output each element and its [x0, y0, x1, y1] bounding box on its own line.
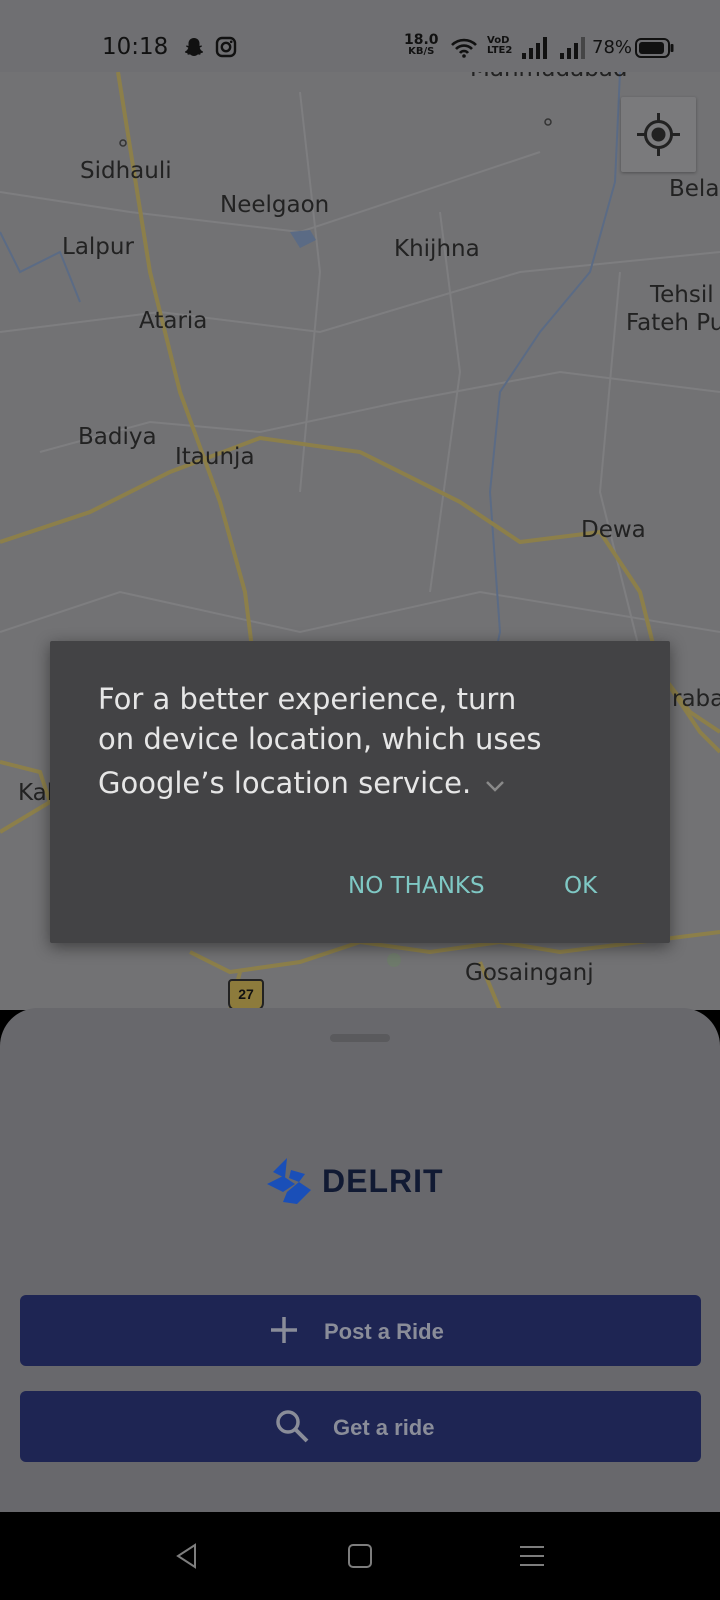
battery-percent: 78%	[592, 37, 633, 58]
no-thanks-button[interactable]: NO THANKS	[348, 873, 485, 899]
snapchat-icon	[183, 36, 205, 63]
dialog-message-line: Google’s location service.	[98, 766, 472, 800]
search-icon	[276, 1410, 309, 1443]
get-a-ride-label: Get a ride	[333, 1415, 435, 1440]
map-place-label: Badiya	[78, 424, 157, 450]
my-location-button[interactable]	[621, 97, 696, 172]
map-place-label: Gosainganj	[465, 960, 594, 986]
status-bar: 10:18 18.0 KB/S VoD LTE2 78%	[0, 0, 720, 72]
signal-icon-2	[559, 37, 587, 64]
map-place-label: Mahmudabad	[470, 72, 628, 82]
post-a-ride-label: Post a Ride	[324, 1319, 444, 1344]
highway-shield: 27	[228, 979, 264, 1011]
network-speed: 18.0 KB/S	[404, 32, 439, 58]
signal-icon	[521, 37, 549, 64]
volte-bottom: LTE2	[487, 45, 513, 56]
map-place-label: Fateh Pu	[626, 310, 720, 336]
menu-icon[interactable]	[518, 1542, 546, 1570]
ok-button[interactable]: OK	[564, 873, 597, 899]
map-place-label: Sidhauli	[80, 158, 172, 184]
map-place-label: Belai	[669, 176, 720, 202]
get-a-ride-button[interactable]: Get a ride	[20, 1391, 701, 1462]
home-icon[interactable]	[346, 1542, 374, 1570]
battery-icon	[635, 38, 675, 63]
map-place-label: Tehsil	[650, 282, 714, 308]
bottom-sheet: DELRIT Post a Ride Get a ride	[0, 1008, 720, 1512]
logo-mark-icon	[267, 1158, 311, 1204]
volte-indicator: VoD LTE2	[487, 36, 512, 56]
sheet-drag-handle[interactable]	[330, 1034, 390, 1042]
app-logo: DELRIT	[265, 1153, 465, 1209]
network-speed-unit: KB/S	[408, 46, 435, 57]
network-speed-value: 18.0	[404, 32, 439, 48]
plus-icon	[271, 1317, 297, 1343]
map-place-label: Khijhna	[394, 236, 480, 262]
wifi-icon	[451, 38, 477, 63]
chevron-down-icon[interactable]	[484, 779, 506, 793]
status-time: 10:18	[102, 34, 169, 60]
map-place-label: Dewa	[581, 517, 646, 543]
map-place-label: Itaunja	[175, 444, 255, 470]
dialog-message-line: on device location, which uses	[98, 722, 542, 756]
post-a-ride-button[interactable]: Post a Ride	[20, 1295, 701, 1366]
dialog-message-line-3: Google’s location service.	[98, 763, 558, 803]
logo-text: DELRIT	[322, 1163, 444, 1199]
map-place-label: Lalpur	[62, 234, 134, 260]
map-place-label: Neelgaon	[220, 192, 330, 218]
dialog-message-line: For a better experience, turn	[98, 682, 517, 716]
system-nav-bar	[0, 1512, 720, 1600]
back-icon[interactable]	[173, 1542, 201, 1570]
map-place-label: raba	[672, 686, 720, 712]
dialog-message: For a better experience, turn on device …	[98, 679, 558, 803]
location-permission-dialog: For a better experience, turn on device …	[50, 641, 670, 943]
map-place-label: Ataria	[139, 308, 208, 334]
my-location-icon	[637, 113, 680, 156]
map-place-label: Kal	[18, 780, 54, 806]
instagram-icon	[215, 36, 237, 63]
